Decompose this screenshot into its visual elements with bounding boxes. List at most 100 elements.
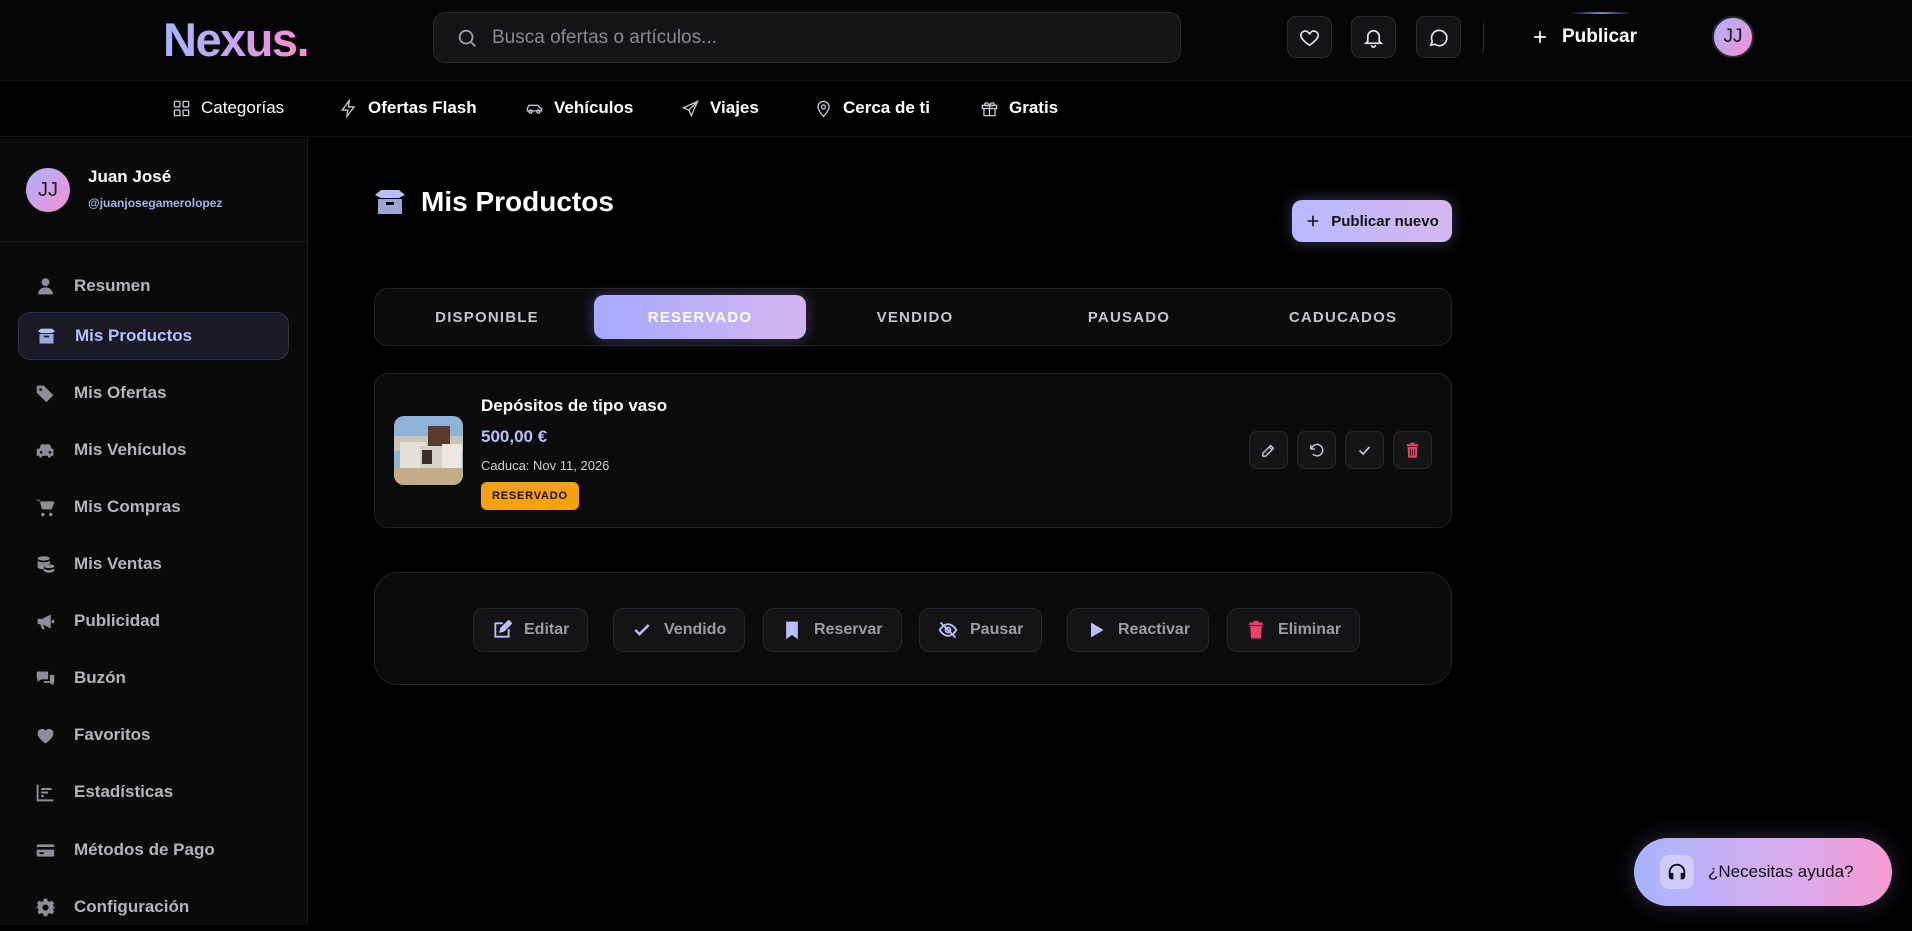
tab-vendido[interactable]: VENDIDO [809,295,1021,339]
plane-icon [681,99,700,118]
sidebar-item-resumen[interactable]: Resumen [18,262,289,310]
edit-icon [492,620,512,640]
category-nav-item-ofertas-flash[interactable]: Ofertas Flash [339,98,477,118]
tags-icon [35,383,56,404]
tab-pausado[interactable]: PAUSADO [1023,295,1235,339]
category-nav-item-gratis[interactable]: Gratis [980,98,1058,118]
eye-slash-icon [938,620,958,640]
sidebar-item-mis-ventas[interactable]: Mis Ventas [18,540,289,588]
check-icon [632,620,652,640]
edit-icon [1260,442,1277,459]
delete-button-label: Eliminar [1278,621,1342,638]
heart-icon [1298,26,1321,49]
category-nav-item-viajes[interactable]: Viajes [681,98,759,118]
sidebar-item-label: Buzón [74,668,126,687]
user-handle: @juanjosegamerolopez [88,196,223,210]
mark-sold-button[interactable] [1345,431,1384,469]
sidebar-item-configuracion[interactable]: Configuración [18,883,289,931]
sidebar-item-label: Favoritos [74,725,151,744]
sidebar-profile[interactable]: JJ Juan José @juanjosegamerolopez [0,138,307,242]
header-divider [1483,23,1484,53]
sidebar-item-metodos-de-pago[interactable]: Métodos de Pago [18,826,289,874]
sidebar-item-label: Mis Compras [74,497,181,516]
sidebar-item-mis-ofertas[interactable]: Mis Ofertas [18,369,289,417]
sidebar-item-estadisticas[interactable]: Estadísticas [18,768,289,816]
category-nav-label: Vehículos [554,98,634,117]
tab-caducados[interactable]: CADUCADOS [1237,295,1449,339]
sidebar-item-label: Mis Productos [75,326,193,345]
tab-reservado[interactable]: RESERVADO [594,295,806,339]
category-nav-label: Viajes [710,98,759,117]
publish-label: Publicar [1562,26,1637,47]
bookmark-icon [782,620,802,640]
product-card[interactable]: Depósitos de tipo vaso 500,00 € Caduca: … [374,373,1452,528]
category-nav: Categorías Ofertas Flash Vehículos Viaje… [0,82,1912,137]
publish-button[interactable]: Publicar [1530,12,1637,58]
sidebar-item-label: Resumen [74,276,151,295]
product-price: 500,00 € [481,427,548,446]
chat-bubble-icon [1427,26,1450,49]
header-avatar[interactable]: JJ [1712,16,1754,58]
box-icon [373,187,407,217]
category-nav-item-cerca-de-ti[interactable]: Cerca de ti [814,98,930,118]
location-pin-icon [814,99,833,118]
undo-reservation-button[interactable] [1297,431,1336,469]
sidebar-item-label: Publicidad [74,611,160,630]
user-icon [35,276,56,297]
sold-button[interactable]: Vendido [613,608,746,652]
car-icon [525,99,544,118]
product-expiry: Caduca: Nov 11, 2026 [481,458,610,473]
publish-new-label: Publicar nuevo [1331,212,1439,230]
logo-text: Nexus [163,13,298,66]
publish-new-button[interactable]: Publicar nuevo [1292,200,1452,242]
reactivate-button[interactable]: Reactivar [1067,608,1210,652]
delete-product-button[interactable] [1393,431,1432,469]
car-icon [35,440,56,461]
trash-icon [1246,620,1266,640]
logo-dot: . [296,13,310,66]
sidebar-item-buzon[interactable]: Buzón [18,654,289,702]
avatar: JJ [26,168,70,212]
user-name: Juan José [88,167,172,186]
search-input[interactable] [492,26,1180,49]
coins-icon [35,554,56,575]
sidebar-item-label: Configuración [74,897,190,916]
plus-icon [1305,213,1321,229]
headset-icon [1660,855,1694,889]
sidebar-item-mis-compras[interactable]: Mis Compras [18,483,289,531]
sidebar-item-favoritos[interactable]: Favoritos [18,711,289,759]
tab-disponible[interactable]: DISPONIBLE [381,295,593,339]
sidebar-item-mis-vehiculos[interactable]: Mis Vehículos [18,426,289,474]
reserve-button[interactable]: Reservar [763,608,902,652]
play-icon [1086,620,1106,640]
megaphone-icon [35,611,56,632]
messages-button[interactable] [1416,16,1461,58]
category-nav-label: Cerca de ti [843,98,930,117]
notifications-button[interactable] [1351,16,1396,58]
sidebar-item-label: Mis Ventas [74,554,162,573]
check-icon [1356,442,1373,459]
chat-icon [35,668,56,689]
category-nav-item-categorias[interactable]: Categorías [172,98,284,118]
logo[interactable]: Nexus. [163,12,310,67]
pause-button[interactable]: Pausar [919,608,1043,652]
top-header: Nexus. Publicar JJ [0,0,1912,81]
help-button[interactable]: ¿Necesitas ayuda? [1634,838,1892,906]
chart-icon [35,782,56,803]
edit-button[interactable]: Editar [473,608,589,652]
edit-product-button[interactable] [1249,431,1288,469]
category-nav-item-vehiculos[interactable]: Vehículos [525,98,633,118]
product-thumbnail[interactable] [394,416,463,485]
bell-icon [1362,26,1385,49]
search-bar[interactable] [433,12,1181,63]
trash-icon [1404,442,1421,459]
box-icon [36,326,57,347]
status-tabs: DISPONIBLE RESERVADO VENDIDO PAUSADO CAD… [374,288,1452,346]
sidebar-item-label: Mis Vehículos [74,440,187,459]
product-title[interactable]: Depósitos de tipo vaso [481,396,667,416]
sidebar-item-mis-productos[interactable]: Mis Productos [18,312,289,360]
favorites-button[interactable] [1287,16,1332,58]
delete-button[interactable]: Eliminar [1227,608,1361,652]
credit-card-icon [35,840,56,861]
sidebar-item-publicidad[interactable]: Publicidad [18,597,289,645]
